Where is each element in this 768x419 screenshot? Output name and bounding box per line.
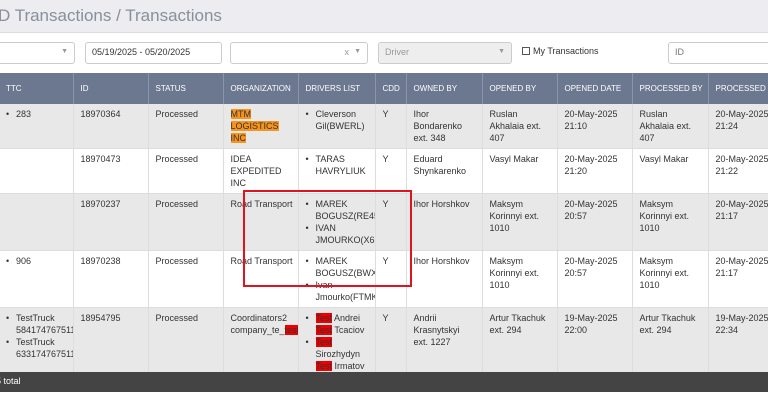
owned-by-cell: Andrii Krasnytskyi ext. 1227 — [406, 307, 483, 377]
driver-name: Tcaciov — [334, 325, 365, 335]
id-cell[interactable]: 18970237 — [73, 193, 149, 251]
status-cell: Processed — [148, 148, 224, 194]
status-cell: Processed — [148, 250, 224, 308]
processed-by-cell: Artur Tkachuk ext. 294 — [632, 307, 709, 377]
col-drivers-list[interactable]: DRIVERS LIST — [298, 73, 376, 104]
status-cell: Processed — [148, 307, 224, 377]
ttc-item: 906 — [6, 255, 66, 267]
org-text: Coordinators2 company_te_ — [230, 313, 288, 335]
status-select[interactable]: ▼ — [0, 42, 75, 64]
col-opened-by[interactable]: OPENED BY — [482, 73, 558, 104]
processed-date-cell: 20-May-2025 21:17 — [708, 193, 768, 251]
chevron-down-icon: ▼ — [498, 48, 505, 55]
opened-by-cell: Maksym Korinnyi ext. 1010 — [482, 250, 558, 308]
opened-by-cell: Ruslan Akhalaia ext. 407 — [482, 104, 558, 149]
driver-highlight: Test — [315, 337, 333, 347]
opened-by-cell: Maksym Korinnyi ext. 1010 — [482, 193, 558, 251]
table-row[interactable]: TestTruck 58417476751135TestTruck 633174… — [0, 307, 768, 377]
id-search-input[interactable]: ID — [668, 42, 768, 64]
driver-highlight: Test — [315, 361, 333, 371]
date-range-input[interactable]: 05/19/2025 - 05/20/2025 — [85, 42, 222, 64]
col-processed-by[interactable]: PROCESSED BY — [632, 73, 709, 104]
id-cell[interactable]: 18970364 — [73, 104, 149, 149]
owned-by-cell: Ihor Horshkov — [406, 250, 483, 308]
ttc-item: 283 — [6, 108, 66, 120]
annotation-highlight-box — [243, 190, 412, 287]
driver-highlight: Test — [315, 325, 333, 335]
opened-date-cell: 20-May-2025 20:57 — [557, 250, 633, 308]
processed-by-cell: Maksym Korinnyi ext. 1010 — [632, 250, 709, 308]
id-cell[interactable]: 18970473 — [73, 148, 149, 194]
driver-name: Sirozhydyn — [315, 349, 361, 359]
clear-icon[interactable]: x — [345, 47, 350, 57]
my-transactions-checkbox[interactable]: My Transactions — [522, 46, 599, 56]
processed-by-cell: Vasyl Makar — [632, 148, 709, 194]
col-id[interactable]: ID — [73, 73, 149, 104]
processed-date-cell: 19-May-2025 22:34 — [708, 307, 768, 377]
driver-select[interactable]: Driver ▼ — [378, 42, 512, 64]
table-row[interactable]: 283 18970364 Processed MTM LOGISTICS INC… — [0, 104, 768, 149]
col-owned-by[interactable]: OWNED BY — [406, 73, 483, 104]
opened-by-cell: Artur Tkachuk ext. 294 — [482, 307, 558, 377]
status-cell: Processed — [148, 193, 224, 251]
driver-highlight: Test — [315, 313, 333, 323]
processed-date-cell: 20-May-2025 21:22 — [708, 148, 768, 194]
ttc-item: TestTruck 58417476751135 — [6, 312, 72, 336]
processed-by-cell: Ruslan Akhalaia ext. 407 — [632, 104, 709, 149]
my-transactions-label: My Transactions — [533, 46, 599, 56]
cdd-cell: Y — [375, 307, 407, 377]
opened-date-cell: 20-May-2025 21:20 — [557, 148, 633, 194]
organization-select[interactable]: x ▼ — [230, 42, 368, 64]
table-footer: 5 total — [0, 372, 768, 392]
status-cell: Processed — [148, 104, 224, 149]
driver-name: Andrei — [334, 313, 361, 323]
driver-item: Cleverson Gil(BWERL) — [306, 108, 368, 132]
organization-cell: IDEA EXPEDITED INC — [223, 148, 299, 194]
chevron-down-icon: ▼ — [61, 48, 68, 55]
owned-by-cell: Ihor Bondarenko ext. 348 — [406, 104, 483, 149]
owned-by-cell: Ihor Horshkov — [406, 193, 483, 251]
organization-cell: Coordinators2 company_te_test — [223, 307, 299, 377]
driver-item: Test AndreiTest Tcaciov — [306, 312, 368, 336]
owned-by-cell: Eduard Shynkarenko — [406, 148, 483, 194]
col-organization[interactable]: ORGANIZATION — [223, 73, 299, 104]
opened-date-cell: 19-May-2025 22:00 — [557, 307, 633, 377]
page-title: D Transactions / Transactions — [0, 6, 222, 25]
table-header: TTC ID STATUS ORGANIZATION DRIVERS LIST … — [0, 73, 768, 104]
id-cell[interactable]: 18970238 — [73, 250, 149, 308]
opened-date-cell: 20-May-2025 21:10 — [557, 104, 633, 149]
processed-by-cell: Maksym Korinnyi ext. 1010 — [632, 193, 709, 251]
filter-bar: ▼ 05/19/2025 - 05/20/2025 x ▼ Driver ▼ ID — [0, 33, 768, 69]
col-cdd[interactable]: CDD — [375, 73, 407, 104]
col-processed-date[interactable]: PROCESSED DATE — [708, 73, 768, 104]
driver-item: TARAS HAVRYLIUK — [306, 153, 368, 177]
driver-name: Irmatov — [334, 361, 365, 371]
processed-date-cell: 20-May-2025 21:17 — [708, 250, 768, 308]
col-ttc[interactable]: TTC — [0, 73, 74, 104]
org-highlight: MTM LOGISTICS INC — [230, 109, 279, 143]
driver-item: Test Sirozhydyn Test Irmatov — [306, 336, 368, 372]
id-cell[interactable]: 18954795 — [73, 307, 149, 377]
checkbox-icon[interactable] — [522, 47, 530, 55]
col-status[interactable]: STATUS — [148, 73, 224, 104]
chevron-down-icon: ▼ — [354, 48, 361, 55]
org-highlight: test — [284, 325, 298, 335]
col-opened-date[interactable]: OPENED DATE — [557, 73, 633, 104]
opened-by-cell: Vasyl Makar — [482, 148, 558, 194]
table-row[interactable]: 18970473 Processed IDEA EXPEDITED INC TA… — [0, 148, 768, 194]
organization-cell: MTM LOGISTICS INC — [223, 104, 299, 149]
page-header: D Transactions / Transactions — [0, 0, 768, 33]
cdd-cell: Y — [375, 104, 407, 149]
cdd-cell: Y — [375, 148, 407, 194]
total-count: 5 total — [0, 376, 21, 386]
processed-date-cell: 20-May-2025 21:24 — [708, 104, 768, 149]
driver-placeholder: Driver — [385, 47, 409, 57]
ttc-item: TestTruck 63317476751135 — [6, 336, 72, 360]
opened-date-cell: 20-May-2025 20:57 — [557, 193, 633, 251]
